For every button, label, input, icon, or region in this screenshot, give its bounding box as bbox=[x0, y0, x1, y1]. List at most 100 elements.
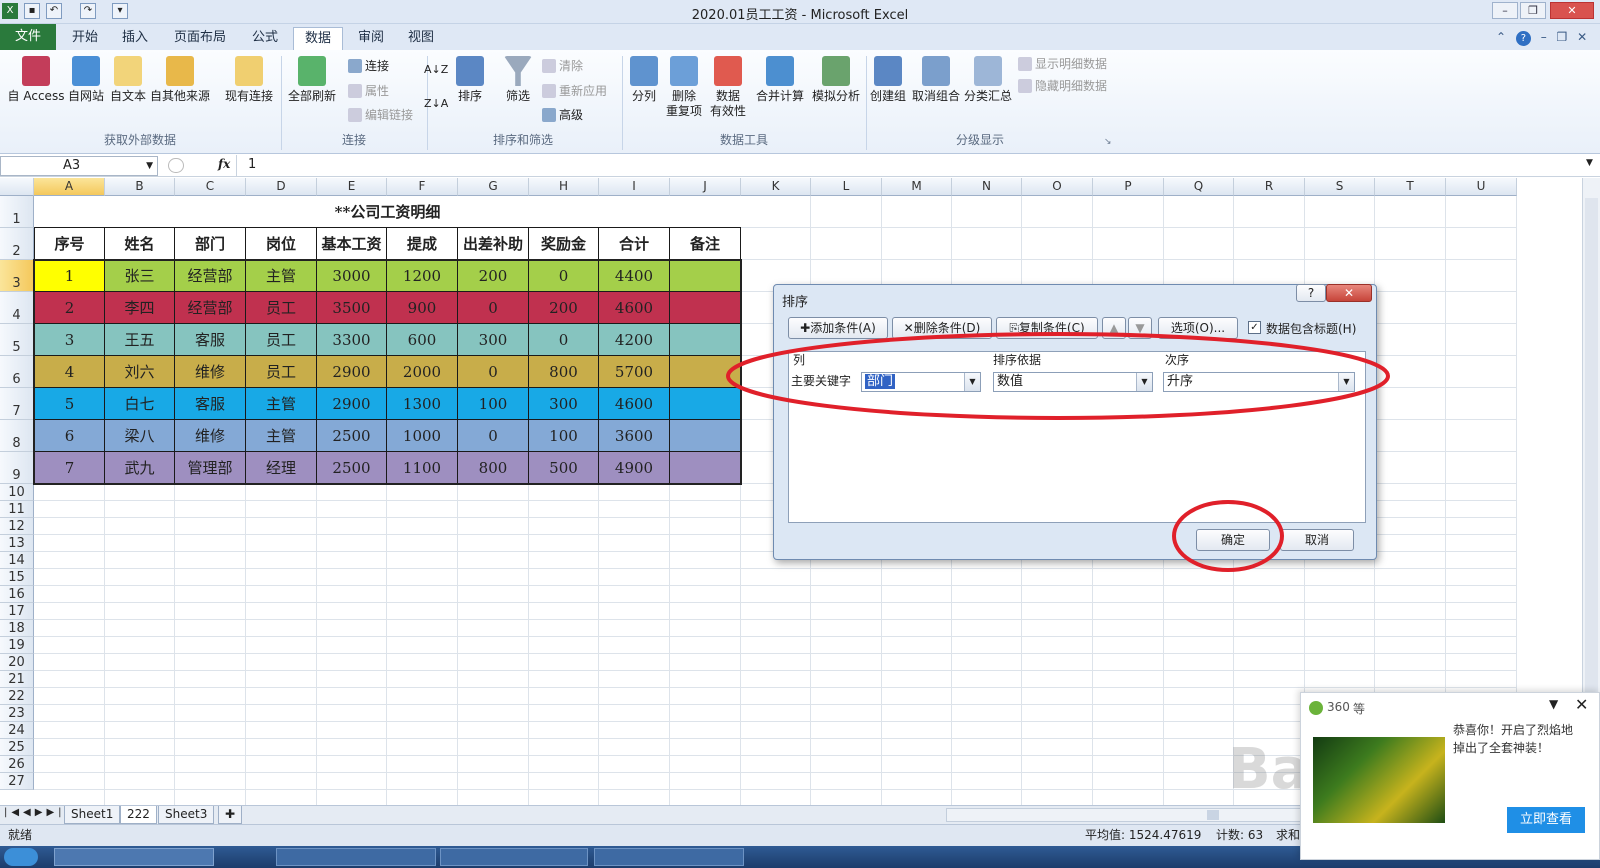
header-cell[interactable]: 合计 bbox=[599, 228, 670, 260]
tab-review[interactable]: 审阅 bbox=[348, 27, 394, 50]
column-header-p[interactable]: P bbox=[1093, 178, 1164, 196]
taskbar-item[interactable] bbox=[440, 848, 588, 866]
close-window-button[interactable]: ✕ bbox=[1550, 2, 1594, 19]
from-access-button[interactable]: 自 Access bbox=[4, 56, 68, 104]
column-header-c[interactable]: C bbox=[175, 178, 246, 196]
tab-file[interactable]: 文件 bbox=[0, 24, 56, 50]
header-cell[interactable]: 姓名 bbox=[105, 228, 175, 260]
column-header-a[interactable]: A bbox=[34, 178, 105, 196]
column-header-b[interactable]: B bbox=[105, 178, 175, 196]
column-header-u[interactable]: U bbox=[1446, 178, 1517, 196]
doc-minimize-icon[interactable]: – bbox=[1541, 30, 1547, 44]
advanced-filter-button[interactable]: 高级 bbox=[542, 108, 602, 123]
row-header-5[interactable]: 5 bbox=[0, 324, 34, 356]
row-header-18[interactable]: 18 bbox=[0, 620, 34, 637]
column-header-i[interactable]: I bbox=[599, 178, 670, 196]
row-header-7[interactable]: 7 bbox=[0, 388, 34, 420]
refresh-all-button[interactable]: 全部刷新 bbox=[284, 56, 340, 104]
header-cell[interactable]: 岗位 bbox=[246, 228, 317, 260]
name-box[interactable]: A3 ▼ bbox=[0, 156, 158, 176]
doc-close-icon[interactable]: ✕ bbox=[1577, 30, 1587, 44]
sort-descending-button[interactable]: Z↓A bbox=[424, 96, 448, 111]
row-header-14[interactable]: 14 bbox=[0, 552, 34, 569]
tab-view[interactable]: 视图 bbox=[398, 27, 444, 50]
tab-insert[interactable]: 插入 bbox=[112, 27, 158, 50]
existing-connections-button[interactable]: 现有连接 bbox=[222, 56, 276, 104]
row-header-4[interactable]: 4 bbox=[0, 292, 34, 324]
restore-button[interactable]: ❐ bbox=[1520, 2, 1546, 19]
show-detail-button[interactable]: 显示明细数据 bbox=[1018, 57, 1128, 72]
start-orb-icon[interactable] bbox=[4, 848, 38, 866]
copy-level-button[interactable]: ⎘复制条件(C) bbox=[996, 317, 1098, 339]
row-header-6[interactable]: 6 bbox=[0, 356, 34, 388]
insert-sheet-icon[interactable]: ✚ bbox=[218, 806, 242, 824]
clear-filter-button[interactable]: 清除 bbox=[542, 59, 602, 74]
column-header-s[interactable]: S bbox=[1305, 178, 1375, 196]
row-header-3[interactable]: 3 bbox=[0, 260, 34, 292]
column-header-k[interactable]: K bbox=[741, 178, 811, 196]
from-other-sources-button[interactable]: 自其他来源 bbox=[148, 56, 212, 104]
column-header-t[interactable]: T bbox=[1375, 178, 1446, 196]
column-header-q[interactable]: Q bbox=[1164, 178, 1234, 196]
row-header-17[interactable]: 17 bbox=[0, 603, 34, 620]
ungroup-button[interactable]: 取消组合 bbox=[910, 56, 962, 104]
sheet-tab-2[interactable]: 222 bbox=[120, 806, 157, 824]
column-header-o[interactable]: O bbox=[1022, 178, 1093, 196]
column-header-e[interactable]: E bbox=[317, 178, 387, 196]
row-header-23[interactable]: 23 bbox=[0, 705, 34, 722]
column-header-h[interactable]: H bbox=[529, 178, 599, 196]
from-web-button[interactable]: 自网站 bbox=[64, 56, 108, 104]
row-header-25[interactable]: 25 bbox=[0, 739, 34, 756]
formula-cancel-icon[interactable] bbox=[168, 158, 184, 173]
cancel-button[interactable]: 取消 bbox=[1280, 529, 1354, 551]
from-text-button[interactable]: 自文本 bbox=[106, 56, 150, 104]
subtotal-button[interactable]: 分类汇总 bbox=[962, 56, 1014, 104]
column-header-f[interactable]: F bbox=[387, 178, 458, 196]
sheet-nav-arrows-icon[interactable]: |◀◀▶▶| bbox=[4, 807, 66, 818]
row-header-13[interactable]: 13 bbox=[0, 535, 34, 552]
row-header-15[interactable]: 15 bbox=[0, 569, 34, 586]
row-header-11[interactable]: 11 bbox=[0, 501, 34, 518]
formula-input[interactable]: 1 bbox=[248, 157, 256, 172]
what-if-button[interactable]: 模拟分析 bbox=[808, 56, 864, 104]
column-header-m[interactable]: M bbox=[882, 178, 952, 196]
sheet-tab-3[interactable]: Sheet3 bbox=[158, 806, 215, 824]
column-header-j[interactable]: J bbox=[670, 178, 741, 196]
row-header-26[interactable]: 26 bbox=[0, 756, 34, 773]
dialog-close-button[interactable]: ✕ bbox=[1326, 284, 1372, 302]
row-header-10[interactable]: 10 bbox=[0, 484, 34, 501]
tab-page-layout[interactable]: 页面布局 bbox=[162, 27, 238, 50]
column-select[interactable]: 部门 ▼ bbox=[861, 372, 981, 392]
options-button[interactable]: 选项(O)... bbox=[1158, 317, 1238, 339]
hide-detail-button[interactable]: 隐藏明细数据 bbox=[1018, 79, 1128, 94]
view-now-button[interactable]: 立即查看 bbox=[1507, 807, 1585, 833]
row-header-24[interactable]: 24 bbox=[0, 722, 34, 739]
reapply-button[interactable]: 重新应用 bbox=[542, 84, 616, 99]
row-header-2[interactable]: 2 bbox=[0, 228, 34, 260]
header-cell[interactable]: 基本工资 bbox=[317, 228, 387, 260]
properties-button[interactable]: 属性 bbox=[348, 84, 412, 99]
sort-button[interactable]: 排序 bbox=[450, 56, 490, 104]
row-header-22[interactable]: 22 bbox=[0, 688, 34, 705]
sheet-title-cell[interactable]: **公司工资明细 bbox=[34, 196, 741, 228]
row-header-21[interactable]: 21 bbox=[0, 671, 34, 688]
help-icon[interactable]: ? bbox=[1515, 31, 1531, 46]
sort-on-select[interactable]: 数值 ▼ bbox=[993, 372, 1153, 392]
header-cell[interactable]: 提成 bbox=[387, 228, 458, 260]
remove-duplicates-button[interactable]: 删除 重复项 bbox=[662, 56, 706, 119]
move-up-icon[interactable]: ▲ bbox=[1102, 317, 1126, 339]
consolidate-button[interactable]: 合并计算 bbox=[752, 56, 808, 104]
add-level-button[interactable]: ✚添加条件(A) bbox=[788, 317, 888, 339]
select-all-corner[interactable] bbox=[0, 178, 34, 196]
has-header-checkbox[interactable]: ✓ bbox=[1248, 321, 1261, 334]
row-header-1[interactable]: 1 bbox=[0, 196, 34, 228]
tab-data[interactable]: 数据 bbox=[293, 27, 343, 50]
delete-level-button[interactable]: ✕删除条件(D) bbox=[892, 317, 992, 339]
game-ad-image[interactable] bbox=[1313, 737, 1445, 823]
dialog-launcher-icon[interactable]: ↘ bbox=[1104, 137, 1112, 147]
tab-home[interactable]: 开始 bbox=[62, 27, 108, 50]
row-header-9[interactable]: 9 bbox=[0, 452, 34, 484]
header-cell[interactable]: 奖励金 bbox=[529, 228, 599, 260]
data-validation-button[interactable]: 数据 有效性 bbox=[704, 56, 752, 119]
ribbon-collapse-icon[interactable]: ⌃ bbox=[1496, 30, 1506, 44]
